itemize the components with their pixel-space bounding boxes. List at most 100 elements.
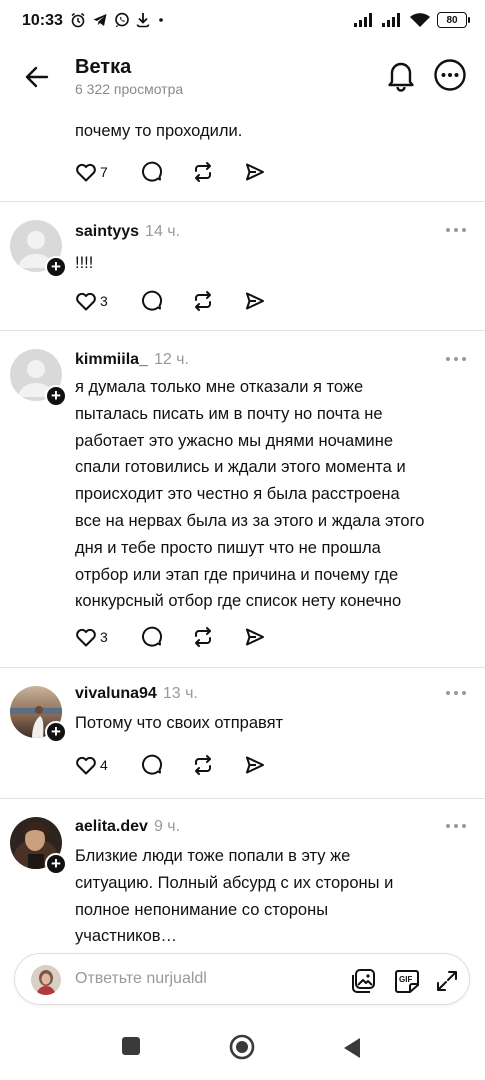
top-bar: Ветка 6 322 просмотра <box>0 44 485 108</box>
download-icon <box>136 13 150 28</box>
like-count: 3 <box>100 629 108 645</box>
repost-button[interactable] <box>192 624 214 650</box>
dot-icon <box>159 18 163 22</box>
heart-icon <box>76 756 96 775</box>
share-button[interactable] <box>244 288 266 314</box>
post-text-line: дня и тебе просто пишут что не прошла <box>75 538 381 557</box>
comment-icon <box>142 754 163 775</box>
like-button[interactable]: 3 <box>75 624 108 650</box>
comment-icon <box>142 626 163 647</box>
attach-image-button[interactable] <box>349 967 377 995</box>
post-text-line: происходит это честно я была расстроена <box>75 485 400 504</box>
follow-badge[interactable]: + <box>45 853 67 875</box>
repost-button[interactable] <box>192 159 214 185</box>
comment-button[interactable] <box>141 624 163 650</box>
post-saintyys: + saintyys 14 ч. !!!! 3 <box>0 202 485 330</box>
post-text-line: отрбор или этап где причина и почему где <box>75 565 399 584</box>
comment-icon <box>142 290 163 311</box>
attach-gif-button[interactable]: GIF <box>393 967 421 995</box>
svg-text:GIF: GIF <box>399 975 412 984</box>
post-text: я думала только мне отказали я тоже пыта… <box>75 374 470 615</box>
recents-button[interactable] <box>121 1036 141 1061</box>
back-arrow-icon <box>25 66 49 88</box>
username[interactable]: kimmiila_ 12 ч. <box>75 351 189 369</box>
username[interactable]: saintyys 14 ч. <box>75 223 180 241</box>
post-more-button[interactable] <box>442 222 470 238</box>
recents-square-icon <box>122 1037 140 1055</box>
send-icon <box>246 628 264 646</box>
username-text[interactable]: saintyys <box>75 223 139 240</box>
repost-icon <box>195 627 211 647</box>
thread-feed[interactable]: почему то проходили. 7 + saintyys 14 ч. <box>0 108 485 950</box>
like-button[interactable]: 3 <box>75 288 108 314</box>
heart-icon <box>76 163 96 182</box>
post-time: 14 ч. <box>145 223 181 240</box>
post-text-line: участников… <box>75 927 178 946</box>
username-text[interactable]: aelita.dev <box>75 818 148 835</box>
post-more-button[interactable] <box>442 351 470 367</box>
repost-button[interactable] <box>192 752 214 778</box>
post-more-button[interactable] <box>442 818 470 834</box>
notifications-button[interactable] <box>386 58 416 92</box>
username[interactable]: vivaluna94 13 ч. <box>75 685 198 703</box>
repost-icon <box>195 755 211 775</box>
repost-button[interactable] <box>192 288 214 314</box>
like-button[interactable]: 4 <box>75 752 108 778</box>
ellipsis-icon <box>446 357 466 361</box>
home-button[interactable] <box>229 1034 255 1065</box>
comment-button[interactable] <box>141 752 163 778</box>
username-text[interactable]: kimmiila_ <box>75 351 148 368</box>
telegram-icon <box>93 14 107 26</box>
ellipsis-icon <box>446 691 466 695</box>
post-time: 12 ч. <box>153 351 189 368</box>
comment-icon <box>142 161 163 182</box>
post-kimmiila: + kimmiila_ 12 ч. я думала только мне отк… <box>0 331 485 667</box>
post-text-line: работает это ужасно мы днями ночамине <box>75 431 394 450</box>
follow-badge[interactable]: + <box>45 385 67 407</box>
post-time: 13 ч. <box>162 685 198 702</box>
post-text: !!!! <box>75 254 94 272</box>
post-actions: 3 <box>75 288 275 314</box>
back-triangle-icon <box>344 1038 360 1058</box>
whatsapp-icon <box>115 12 129 28</box>
status-bar: 10:33 80 <box>0 0 485 44</box>
send-icon <box>246 163 264 181</box>
reply-bar[interactable]: Ответьте nurjualdl GIF <box>14 953 470 1005</box>
view-count: 6 322 просмотра <box>75 81 184 97</box>
like-count: 3 <box>100 293 108 309</box>
status-notification-icons <box>70 12 166 28</box>
nav-back-button[interactable] <box>343 1037 361 1064</box>
post-more-button[interactable] <box>442 685 470 701</box>
comment-button[interactable] <box>141 159 163 185</box>
post-actions: 4 <box>75 752 275 778</box>
post-actions: 7 <box>75 159 275 185</box>
back-button[interactable] <box>22 62 52 92</box>
expand-button[interactable] <box>433 967 461 995</box>
post-text-line: конкурсный отбор где список нету конечно <box>75 592 402 611</box>
like-button[interactable]: 7 <box>75 159 108 185</box>
post-vivaluna94: + vivaluna94 13 ч. Потому что своих отпра… <box>0 668 485 798</box>
comment-button[interactable] <box>141 288 163 314</box>
follow-badge[interactable]: + <box>45 256 67 278</box>
system-nav-bar <box>0 1010 485 1080</box>
follow-badge[interactable]: + <box>45 721 67 743</box>
post-text-line: спали готовились и ждали этого момента и <box>75 458 406 477</box>
send-icon <box>246 292 264 310</box>
signal-icon <box>354 13 372 27</box>
share-button[interactable] <box>244 752 266 778</box>
reply-input[interactable]: Ответьте nurjualdl <box>75 970 207 988</box>
username[interactable]: aelita.dev 9 ч. <box>75 818 180 836</box>
expand-icon <box>437 971 457 991</box>
post-text-line: я думала только мне отказали я тоже <box>75 378 364 396</box>
share-button[interactable] <box>244 624 266 650</box>
username-text[interactable]: vivaluna94 <box>75 685 157 702</box>
share-button[interactable] <box>244 159 266 185</box>
thread-more-button[interactable] <box>433 58 467 92</box>
post-text-line: ситуацию. Полный абсурд с их стороны и <box>75 873 394 892</box>
partial-post: почему то проходили. 7 <box>0 108 485 202</box>
home-circle-icon <box>229 1034 255 1060</box>
bell-icon <box>388 62 414 92</box>
post-text-line: все на нервах была из за этого и ждала э… <box>75 511 425 530</box>
post-text: почему то проходили. <box>75 122 243 140</box>
heart-icon <box>76 292 96 311</box>
